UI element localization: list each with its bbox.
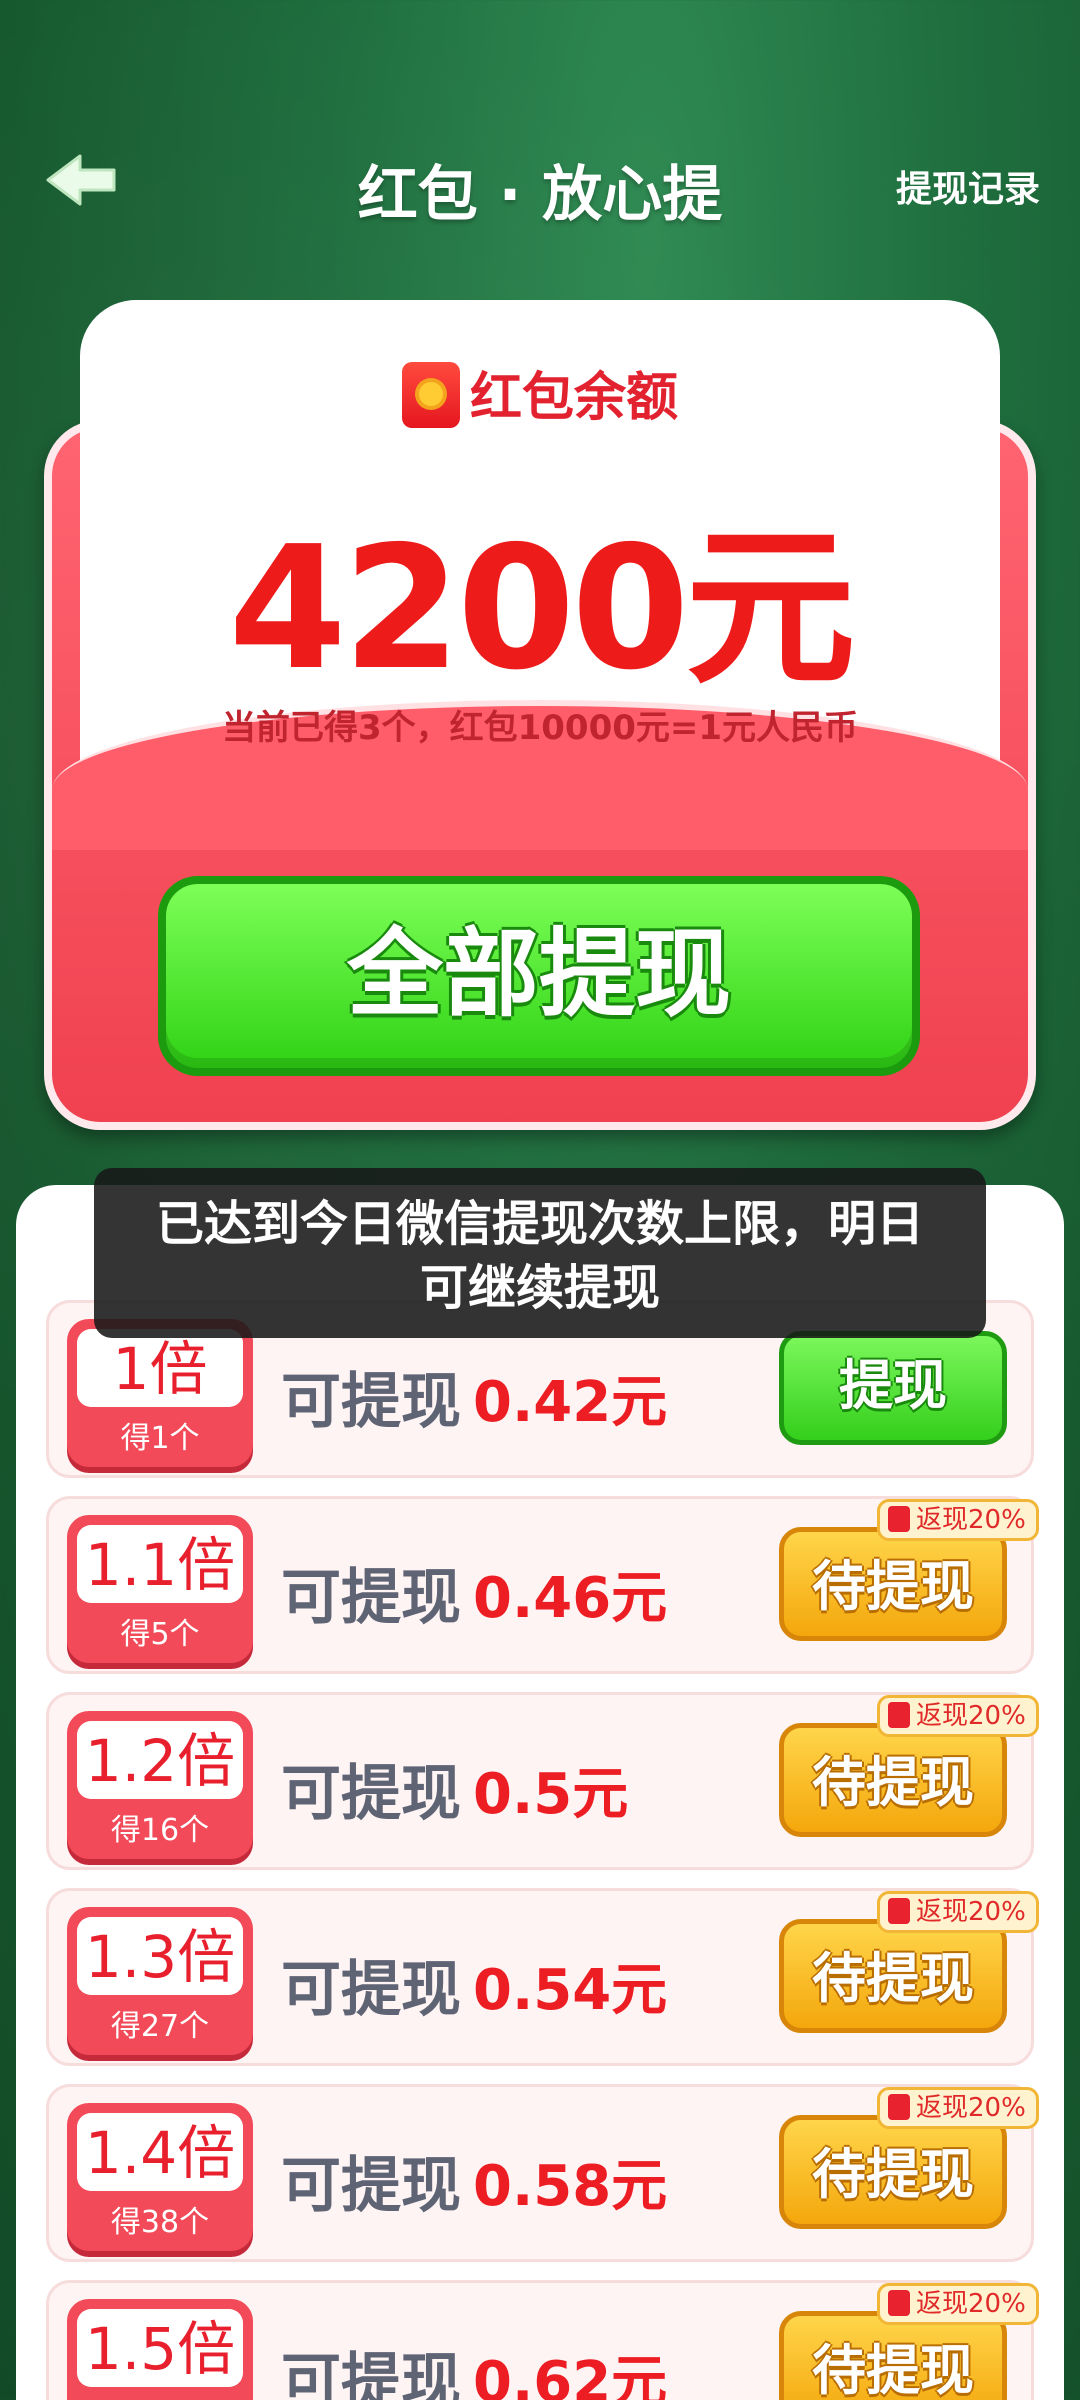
cashback-label: 返现20%	[916, 2093, 1026, 2123]
tier-row: 1.5倍 可提现 0.62元 待提现 返现20%	[46, 2280, 1039, 2400]
withdrawable-label: 可提现	[281, 1563, 461, 1633]
toast-message: 已达到今日微信提现次数上限，明日 可继续提现	[94, 1168, 986, 1338]
balance-label: 红包余额	[469, 368, 678, 428]
cashback-label: 返现20%	[916, 1897, 1026, 1927]
multiplier-count: 得1个	[120, 1421, 200, 1456]
balance-label-wrap: 红包余额	[0, 355, 1080, 434]
tier-row: 1.3倍 得27个 可提现 0.54元 待提现 返现20%	[46, 1888, 1039, 2066]
multiplier-badge: 1.5倍	[67, 2299, 253, 2400]
withdrawable-label: 可提现	[281, 2151, 461, 2221]
red-packet-icon	[888, 2289, 910, 2316]
header: 红包 · 放心提 提现记录	[0, 130, 1080, 230]
multiplier-value: 1.2倍	[77, 1721, 243, 1799]
red-packet-icon	[888, 1897, 910, 1924]
pending-withdraw-button[interactable]: 待提现	[779, 1919, 1007, 2033]
multiplier-count: 得38个	[110, 2205, 210, 2240]
multiplier-value: 1.3倍	[77, 1917, 243, 1995]
tier-row: 1.2倍 得16个 可提现 0.5元 待提现 返现20%	[46, 1692, 1039, 1870]
multiplier-value: 1.4倍	[77, 2113, 243, 2191]
multiplier-value: 1.1倍	[77, 1525, 243, 1603]
withdrawable-amount: 0.58元	[473, 2154, 668, 2219]
cashback-badge: 返现20%	[877, 1695, 1039, 1737]
withdrawable-label: 可提现	[281, 2347, 461, 2400]
cashback-badge: 返现20%	[877, 1891, 1039, 1933]
cashback-label: 返现20%	[916, 2289, 1026, 2319]
multiplier-badge: 1.2倍 得16个	[67, 1711, 253, 1859]
multiplier-badge: 1倍 得1个	[67, 1319, 253, 1467]
withdrawable-amount: 0.42元	[473, 1370, 668, 1435]
withdraw-history-link[interactable]: 提现记录	[896, 160, 1040, 212]
withdrawable-label: 可提现	[281, 1367, 461, 1437]
multiplier-badge: 1.4倍 得38个	[67, 2103, 253, 2251]
withdraw-button[interactable]: 提现	[779, 1331, 1007, 1445]
multiplier-count: 得27个	[110, 2009, 210, 2044]
multiplier-count: 得16个	[110, 1813, 210, 1848]
withdrawable-amount: 0.62元	[473, 2350, 668, 2400]
cashback-label: 返现20%	[916, 1505, 1026, 1535]
multiplier-badge: 1.3倍 得27个	[67, 1907, 253, 2055]
withdrawable-label: 可提现	[281, 1759, 461, 1829]
pending-withdraw-button[interactable]: 待提现	[779, 1723, 1007, 1837]
cashback-badge: 返现20%	[877, 1499, 1039, 1541]
cashback-badge: 返现20%	[877, 2087, 1039, 2129]
toast-line-2: 可继续提现	[419, 1260, 660, 1316]
multiplier-count: 得5个	[120, 1617, 200, 1652]
balance-note: 当前已得3个，红包10000元=1元人民币	[221, 708, 859, 748]
pending-withdraw-button[interactable]: 待提现	[779, 1527, 1007, 1641]
red-packet-icon	[888, 2093, 910, 2120]
tier-row: 1.1倍 得5个 可提现 0.46元 待提现 返现20%	[46, 1496, 1039, 1674]
withdrawable-label: 可提现	[281, 1955, 461, 2025]
red-packet-icon	[401, 362, 460, 428]
red-packet-icon	[888, 1701, 910, 1728]
cashback-label: 返现20%	[916, 1701, 1026, 1731]
balance-amount: 4200元	[228, 510, 855, 708]
withdrawable-amount: 0.46元	[473, 1566, 668, 1631]
withdraw-all-button[interactable]: 全部提现	[158, 876, 920, 1076]
red-packet-icon	[888, 1505, 910, 1532]
cashback-badge: 返现20%	[877, 2283, 1039, 2325]
multiplier-value: 1倍	[77, 1329, 243, 1407]
pending-withdraw-button[interactable]: 待提现	[779, 2115, 1007, 2229]
multiplier-value: 1.5倍	[77, 2309, 243, 2387]
withdrawable-amount: 0.54元	[473, 1958, 668, 2023]
multiplier-badge: 1.1倍 得5个	[67, 1515, 253, 1663]
tier-row: 1.4倍 得38个 可提现 0.58元 待提现 返现20%	[46, 2084, 1039, 2262]
withdrawable-amount: 0.5元	[473, 1762, 629, 1827]
toast-line-1: 已达到今日微信提现次数上限，明日	[155, 1196, 924, 1252]
